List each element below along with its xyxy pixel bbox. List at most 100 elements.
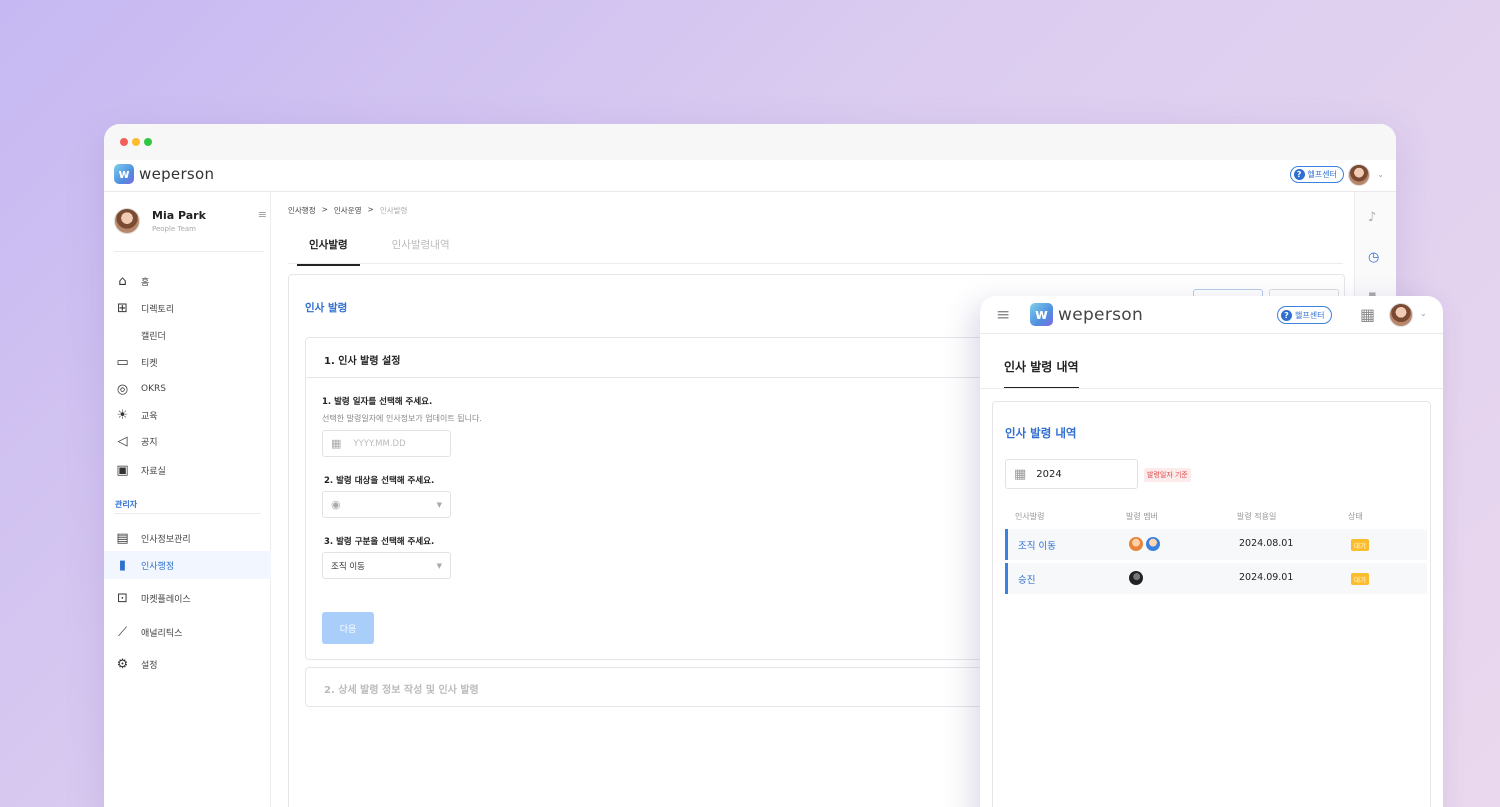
order-type-link[interactable]: 조직 이동	[1018, 538, 1056, 552]
document-icon: ▮	[118, 557, 127, 573]
sidebar-item-archive[interactable]: ▣ 자료실	[104, 457, 271, 483]
profile-avatar	[114, 208, 140, 234]
table-row[interactable]: 조직 이동 2024.08.01 대기	[1005, 529, 1427, 560]
sidebar-item-label: 티켓	[141, 358, 158, 369]
status-badge: 대기	[1351, 539, 1369, 551]
help-center-label: 헬프센터	[1295, 310, 1325, 320]
breadcrumb-separator: >	[367, 205, 374, 214]
brand-name: weperson	[1058, 304, 1144, 325]
caret-down-icon: ▼	[436, 561, 442, 570]
sidebar-item-label: 설정	[141, 660, 158, 671]
brand-name: weperson	[139, 165, 215, 183]
breadcrumb: 인사행정 > 인사운영 > 인사발령	[288, 205, 407, 216]
sidebar-item-calendar[interactable]: 캘린더	[104, 322, 271, 348]
sidebar: Mia Park People Team ≡ ⌂ 홈 ⊞ 디렉토리 캘린더 ▭ …	[104, 192, 271, 807]
column-header: 인사발령	[1015, 512, 1045, 521]
app-logo[interactable]: w weperson	[114, 164, 214, 184]
lightbulb-icon: ☀	[116, 407, 129, 423]
sidebar-item-education[interactable]: ☀ 교육	[104, 402, 271, 428]
minimize-window-dot[interactable]	[132, 138, 140, 146]
next-button[interactable]: 다음	[322, 612, 374, 644]
bell-icon[interactable]: ♪	[1368, 210, 1376, 225]
user-avatar[interactable]	[1389, 303, 1413, 327]
target-select[interactable]: ◉ ▼	[322, 491, 451, 518]
hamburger-menu-icon[interactable]: ≡	[996, 305, 1010, 325]
table-row[interactable]: 승진 2024.09.01 대기	[1005, 563, 1427, 594]
gift-icon: ⊡	[117, 590, 128, 606]
tab-hr-order-history[interactable]: 인사 발령 내역	[1004, 358, 1079, 389]
tab-hr-order[interactable]: 인사발령	[297, 230, 360, 266]
close-window-dot[interactable]	[120, 138, 128, 146]
sidebar-item-label: 디렉토리	[141, 304, 175, 315]
sidebar-item-label: 마켓플레이스	[141, 594, 191, 605]
chart-line-icon: ⟋	[117, 624, 128, 640]
clock-icon[interactable]: ◷	[1368, 250, 1379, 265]
profile-card: Mia Park People Team ≡	[114, 208, 267, 252]
sidebar-item-home[interactable]: ⌂ 홈	[104, 268, 271, 294]
sidebar-item-label: OKRS	[141, 384, 166, 394]
sidebar-item-label: 홈	[141, 277, 150, 288]
ticket-icon: ▭	[116, 354, 129, 370]
sidebar-item-okrs[interactable]: ◎ OKRS	[104, 376, 271, 402]
window-titlebar	[104, 124, 1396, 160]
help-center-label: 헬프센터	[1307, 170, 1337, 179]
tabs-divider	[980, 388, 1443, 389]
sidebar-item-directory[interactable]: ⊞ 디렉토리	[104, 295, 271, 321]
profile-team: People Team	[152, 225, 196, 233]
column-header: 발령 멤버	[1126, 512, 1158, 521]
sidebar-item-label: 인사행정	[141, 561, 175, 572]
member-avatar[interactable]	[1129, 571, 1143, 585]
overlay-top-bar: ≡ w weperson ? 헬프센터 ▦ ⌄	[980, 296, 1443, 334]
tab-bar: 인사발령 인사발령내역	[297, 230, 462, 266]
order-type-value: 조직 이동	[331, 561, 365, 572]
year-value: 2024	[1036, 468, 1062, 480]
tab-hr-order-history[interactable]: 인사발령내역	[380, 230, 462, 266]
sidebar-item-hr-info[interactable]: ▤ 인사정보관리	[104, 525, 271, 551]
history-panel: 인사 발령 내역 ▦ 2024 발령일자 기준 인사발령 발령 멤버 발령 적용…	[992, 401, 1431, 807]
help-center-button[interactable]: ? 헬프센터	[1277, 306, 1333, 324]
apps-grid-icon[interactable]: ▦	[1360, 305, 1375, 324]
folder-user-icon: ▤	[116, 530, 129, 546]
admin-section-label: 관리자	[115, 500, 138, 509]
user-circle-icon: ◉	[331, 498, 341, 511]
home-icon: ⌂	[118, 273, 127, 289]
question-type: 3. 발령 구분을 선택해 주세요.	[324, 537, 435, 547]
apply-date: 2024.09.01	[1239, 572, 1294, 583]
order-type-select[interactable]: 조직 이동 ▼	[322, 552, 451, 579]
archive-icon: ▣	[116, 462, 129, 478]
org-chart-icon: ⊞	[117, 300, 128, 316]
user-avatar[interactable]	[1348, 164, 1370, 186]
year-picker[interactable]: ▦ 2024	[1005, 459, 1138, 489]
sidebar-item-hr-admin[interactable]: ▮ 인사행정	[104, 551, 271, 579]
chevron-down-icon[interactable]: ⌄	[1420, 309, 1427, 318]
top-bar: w weperson ? 헬프센터 ⌄	[104, 160, 1396, 192]
breadcrumb-item[interactable]: 인사행정	[288, 205, 316, 216]
column-header: 상태	[1348, 512, 1363, 521]
logo-mark-icon: w	[1030, 303, 1053, 326]
sidebar-item-notice[interactable]: ◁ 공지	[104, 428, 271, 454]
sidebar-item-marketplace[interactable]: ⊡ 마켓플레이스	[104, 585, 271, 611]
sidebar-item-label: 캘린더	[141, 331, 166, 342]
panel-title: 인사 발령	[305, 302, 348, 314]
date-placeholder: YYYY.MM.DD	[353, 438, 406, 449]
menu-icon[interactable]: ≡	[258, 208, 267, 221]
question-icon: ?	[1293, 169, 1305, 180]
history-title: 인사 발령 내역	[1005, 426, 1077, 440]
sidebar-item-label: 공지	[141, 437, 158, 448]
breadcrumb-item[interactable]: 인사운영	[334, 205, 362, 216]
date-field[interactable]: ▦ YYYY.MM.DD	[322, 430, 451, 457]
order-type-link[interactable]: 승진	[1018, 572, 1035, 586]
maximize-window-dot[interactable]	[144, 138, 152, 146]
member-avatar[interactable]	[1129, 537, 1143, 551]
calendar-icon: ▦	[1014, 466, 1027, 482]
sidebar-item-label: 교육	[141, 411, 158, 422]
chevron-down-icon[interactable]: ⌄	[1377, 170, 1384, 179]
app-logo[interactable]: w weperson	[1030, 303, 1143, 326]
sidebar-item-settings[interactable]: ⚙ 설정	[104, 651, 271, 677]
help-center-button[interactable]: ? 헬프센터	[1289, 166, 1344, 183]
sidebar-item-ticket[interactable]: ▭ 티켓	[104, 349, 271, 375]
sidebar-item-label: 인사정보관리	[141, 534, 191, 545]
sidebar-item-analytics[interactable]: ⟋ 애널리틱스	[104, 619, 271, 645]
member-avatar[interactable]	[1146, 537, 1160, 551]
status-badge: 대기	[1351, 573, 1369, 585]
